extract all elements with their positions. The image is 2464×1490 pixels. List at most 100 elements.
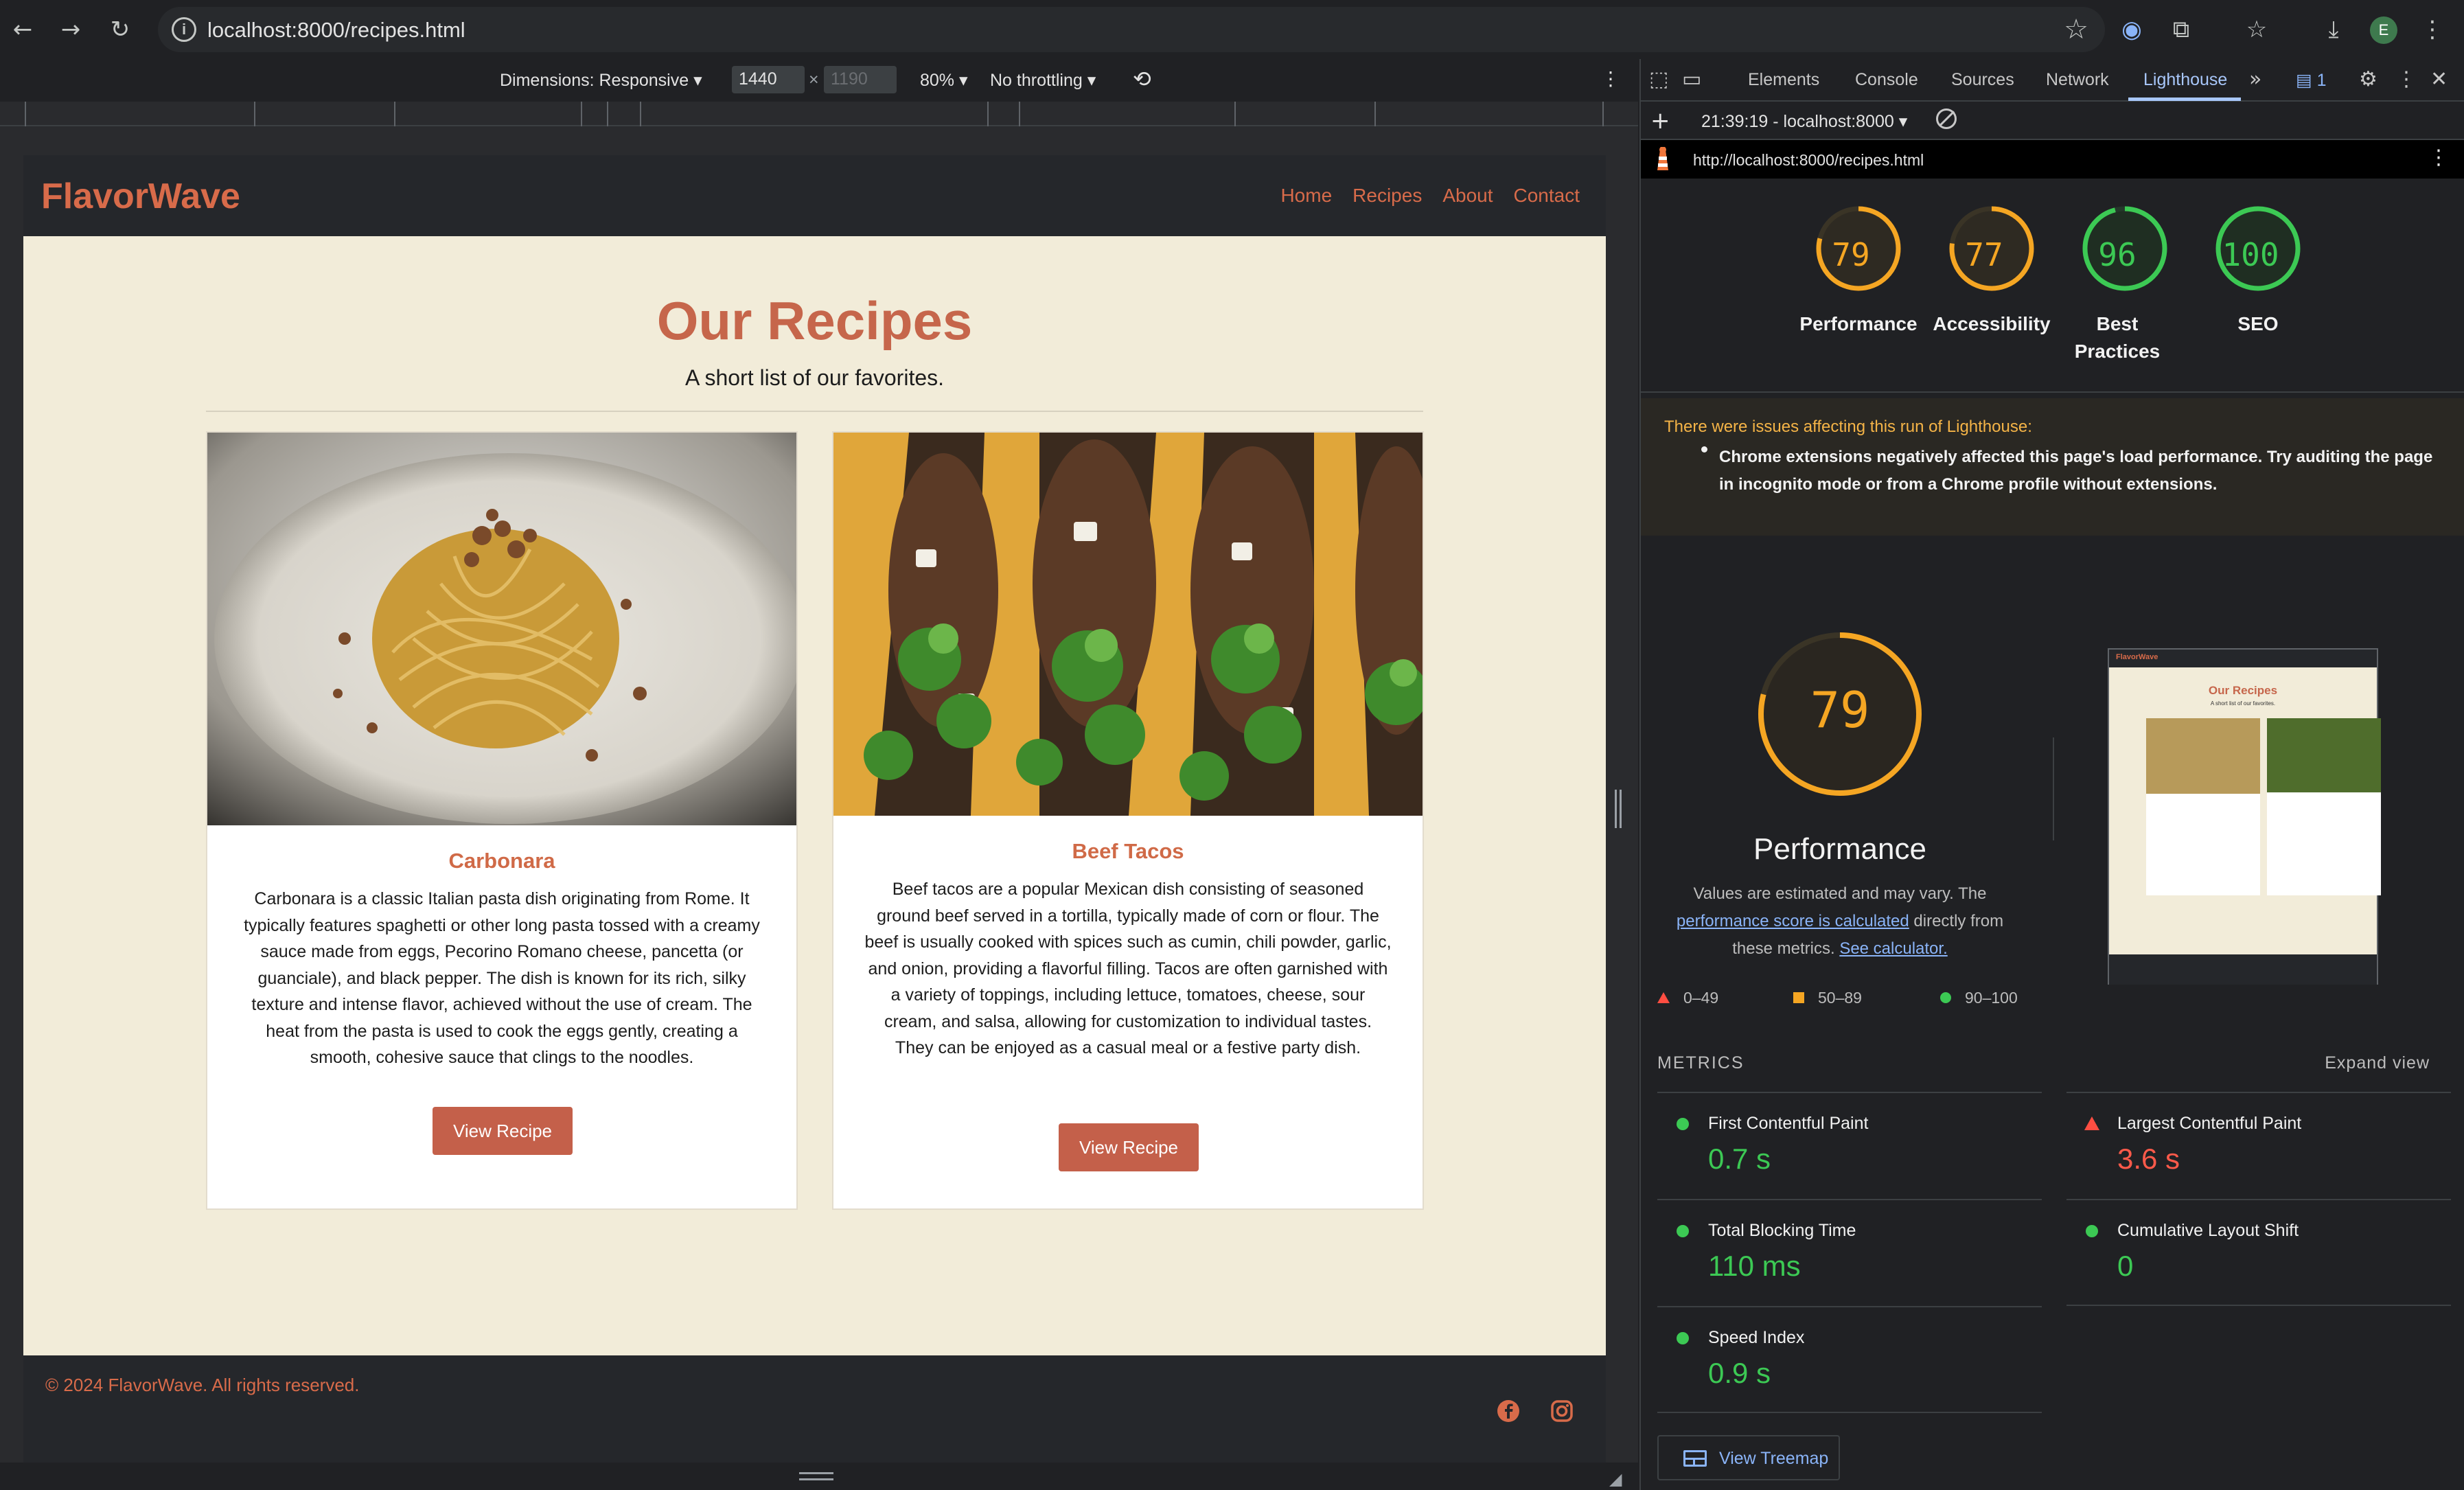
view-recipe-button[interactable]: View Recipe [1059,1123,1199,1171]
menu-icon[interactable]: ⋮ [2417,14,2448,45]
nav-about[interactable]: About [1442,185,1493,207]
expand-view-link[interactable]: Expand view [2325,1053,2430,1073]
width-input[interactable]: 1440 [732,66,805,93]
metric-fcp: First Contentful Paint 0.7 s [1657,1092,2042,1198]
pass-circle-icon [1677,1332,1689,1344]
new-report-icon[interactable]: + [1650,107,1670,135]
report-url-bar: http://localhost:8000/recipes.html ⋮ [1641,140,2464,179]
metrics-heading: METRICS [1657,1053,1745,1073]
tab-sources[interactable]: Sources [1951,70,2014,90]
site-nav: Home Recipes About Contact [1280,185,1580,207]
pass-circle-icon [1677,1225,1689,1237]
more-options-icon[interactable]: ⋮ [1601,67,1620,90]
metric-value: 110 ms [1708,1250,1801,1282]
gauge-accessibility[interactable]: 77 Accessibility [1933,205,2051,334]
dimensions-select[interactable]: Dimensions: Responsive ▾ [500,70,702,91]
nav-recipes[interactable]: Recipes [1352,185,1422,207]
tab-network[interactable]: Network [2046,70,2109,90]
bookmarks-icon[interactable]: ☆ [2241,14,2272,45]
treemap-icon [1683,1450,1707,1467]
resize-handle[interactable] [1615,790,1622,828]
devtools-panel: ⬚ ▭ Elements Console Sources Network Lig… [1639,59,2464,1490]
warning-text: Chrome extensions negatively affected th… [1719,448,2433,494]
metric-value: 3.6 s [2117,1143,2180,1175]
device-toggle-icon[interactable]: ▭ [1682,67,1701,91]
more-tabs-icon[interactable]: » [2249,67,2261,91]
media-query-ruler [0,102,1638,126]
legend-average: 50–89 [1793,989,1862,1007]
gauge-label: Accessibility [1933,313,2051,334]
view-treemap-button[interactable]: View Treemap [1657,1435,1840,1480]
view-recipe-button[interactable]: View Recipe [433,1107,573,1155]
download-icon[interactable]: ⤓ [2318,14,2349,45]
extensions-icon[interactable]: ⧉ [2165,14,2197,45]
legend-fail: 0–49 [1657,989,1718,1007]
see-calculator-link[interactable]: See calculator. [1839,939,1947,958]
gauge-score: 77 [1965,236,2003,273]
gauge-seo[interactable]: 100 SEO [2207,205,2310,334]
warning-box: There were issues affecting this run of … [1641,398,2464,536]
zoom-select[interactable]: 80% ▾ [920,70,968,91]
gauge-performance[interactable]: 79 Performance [1799,205,1918,334]
clear-reports-icon[interactable] [1936,108,1957,129]
tab-console[interactable]: Console [1855,70,1918,90]
metric-name: Total Blocking Time [1708,1221,1856,1240]
throttling-select[interactable]: No throttling ▾ [990,70,1096,91]
lighthouse-icon [1653,146,1672,172]
info-icon[interactable]: i [172,17,196,42]
bottom-resize-handle[interactable] [799,1472,833,1480]
facebook-icon[interactable] [1497,1399,1520,1423]
gauge-label: Best Practices [2074,313,2161,362]
report-selector[interactable]: 21:39:19 - localhost:8000 ▾ [1701,111,1907,132]
gauge-score: 96 [2098,236,2137,273]
settings-gear-icon[interactable]: ⚙ [2359,67,2377,91]
bookmark-star-icon[interactable]: ☆ [2064,14,2088,45]
device-toolbar: Dimensions: Responsive ▾ 1440 × 1190 80%… [0,59,1638,102]
nav-contact[interactable]: Contact [1514,185,1580,207]
page-screenshot-thumbnail[interactable]: FlavorWave Our Recipes A short list of o… [2108,648,2381,985]
lighthouse-toolbar: + 21:39:19 - localhost:8000 ▾ [1641,102,2464,140]
corner-resize-icon[interactable]: ◢ [1609,1469,1622,1489]
performance-score-link[interactable]: performance score is calculated [1677,912,1909,930]
divider [2066,1305,2451,1306]
height-input[interactable]: 1190 [824,66,897,93]
translate-icon[interactable]: ◉ [2116,14,2148,45]
bullet [1701,446,1707,452]
page-viewport: FlavorWave Home Recipes About Contact Ou… [23,155,1606,1463]
metric-value: 0.9 s [1708,1357,1771,1389]
gauge-best-practices[interactable]: 96 Best Practices [2073,205,2176,362]
beef-tacos-photo [833,433,1423,816]
address-url[interactable]: localhost:8000/recipes.html [207,18,465,43]
inspect-icon[interactable]: ⬚ [1649,67,1668,91]
more-options-icon[interactable]: ⋮ [2396,67,2417,91]
metric-name: Speed Index [1708,1328,1805,1347]
address-bar[interactable]: i localhost:8000/recipes.html ☆ [158,7,2105,52]
tab-lighthouse[interactable]: Lighthouse [2143,70,2227,90]
metric-name: Largest Contentful Paint [2117,1114,2302,1133]
report-url[interactable]: http://localhost:8000/recipes.html [1693,151,1924,170]
nav-home[interactable]: Home [1280,185,1332,207]
big-score-label: Performance [1753,832,1926,866]
gauge-label: Performance [1799,313,1918,334]
rotate-icon[interactable]: ⟲ [1133,66,1151,92]
thumb-subtitle: A short list of our favorites. [2210,700,2276,707]
metric-speed-index: Speed Index 0.9 s [1657,1306,2042,1412]
back-icon[interactable]: ← [8,15,37,44]
legend-pass: 90–100 [1940,989,2018,1007]
close-icon[interactable]: ✕ [2430,67,2448,91]
instagram-icon[interactable] [1550,1399,1574,1423]
big-performance-gauge: 79 [1756,630,1924,798]
issues-badge[interactable]: ▤ 1 [2296,70,2326,91]
card-description: Carbonara is a classic Italian pasta dis… [244,889,760,1067]
report-menu-icon[interactable]: ⋮ [2428,146,2449,170]
tab-elements[interactable]: Elements [1748,70,1819,90]
metric-cls: Cumulative Layout Shift 0 [2066,1199,2451,1305]
divider [1641,391,2464,393]
forward-icon[interactable]: → [56,15,85,44]
big-score: 79 [1810,681,1870,739]
avatar[interactable]: E [2370,16,2397,44]
reload-icon[interactable]: ↻ [106,15,135,44]
metric-value: 0 [2117,1250,2134,1282]
metric-name: First Contentful Paint [1708,1114,1869,1133]
site-logo[interactable]: FlavorWave [41,176,240,217]
